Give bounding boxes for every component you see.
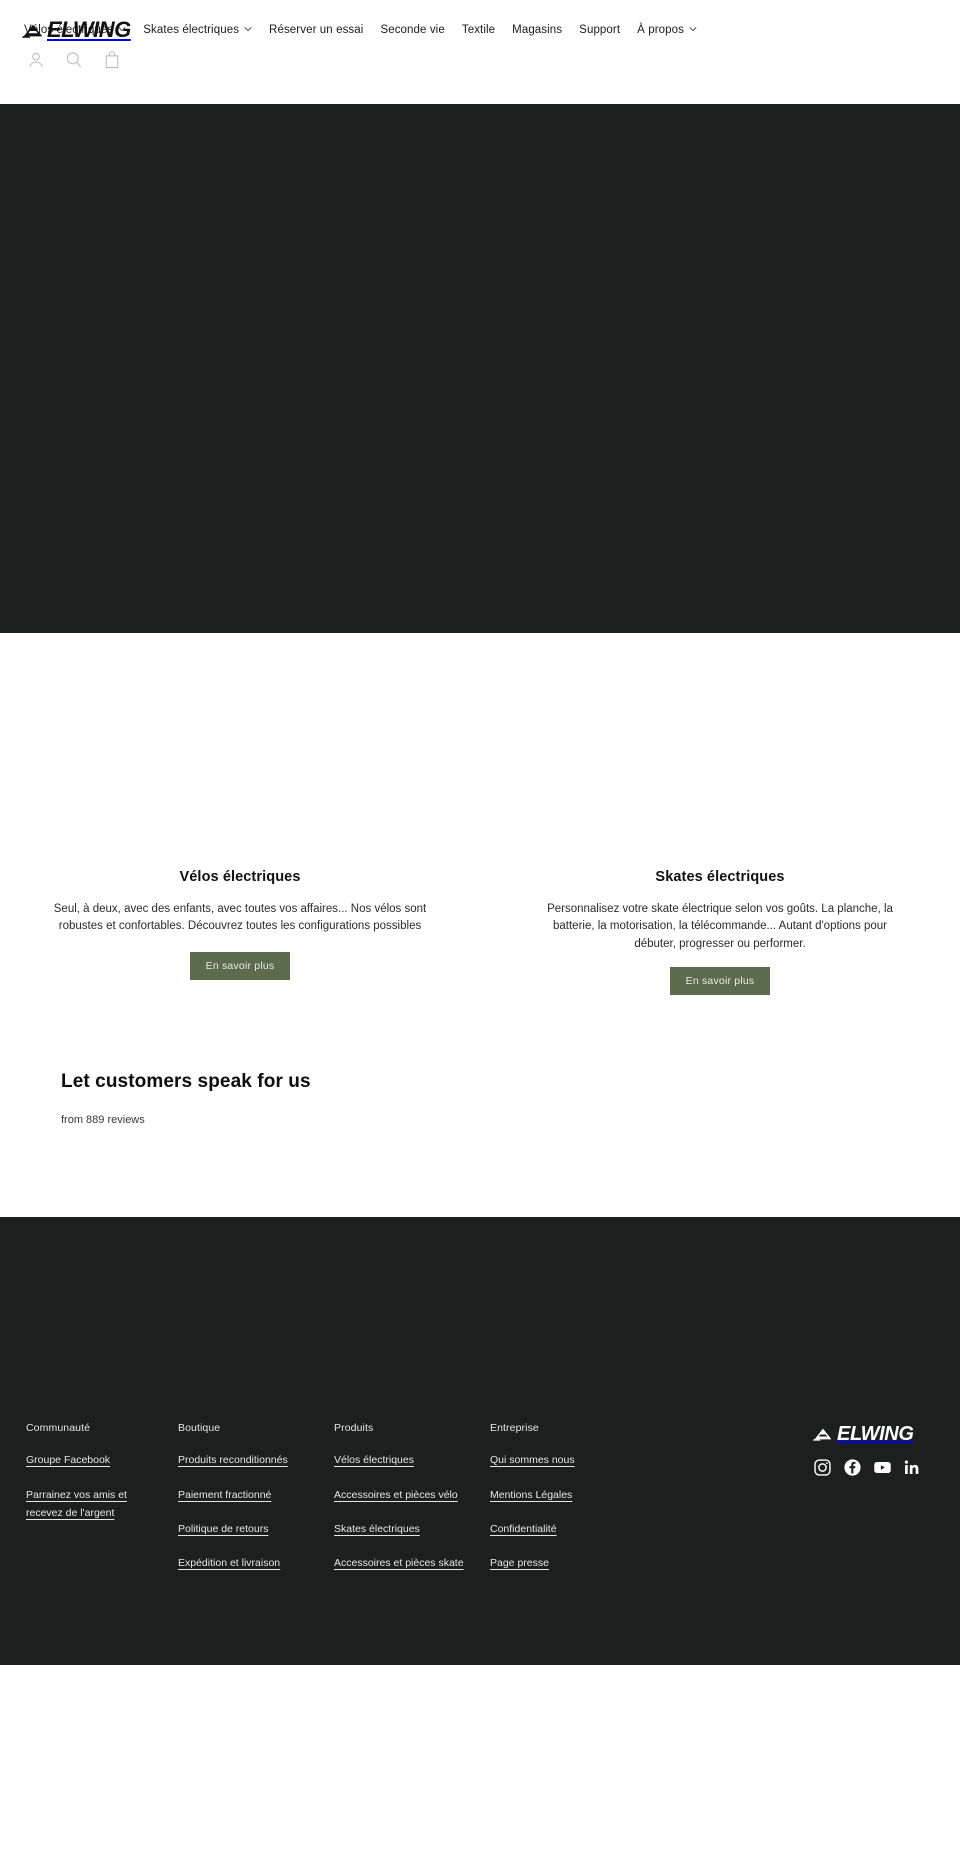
footer-link-velos-electriques[interactable]: Vélos électriques xyxy=(334,1454,414,1466)
nav-item-support[interactable]: Support xyxy=(579,24,621,37)
chevron-down-icon xyxy=(244,26,252,34)
footer-column-entreprise: Entreprise Qui sommes nous Mentions Léga… xyxy=(490,1422,640,1587)
nav-item-textile[interactable]: Textile xyxy=(461,24,496,37)
list-item: Parrainez vos amis et recevez de l'argen… xyxy=(26,1485,162,1522)
facebook-icon[interactable] xyxy=(843,1458,862,1477)
feature-card-velos: Vélos électriques Seul, à deux, avec des… xyxy=(0,633,480,995)
footer-link-expedition-et-livraison[interactable]: Expédition et livraison xyxy=(178,1557,280,1569)
nav-item-a-propos[interactable]: À propos xyxy=(637,24,697,37)
feature-cta-button-velos[interactable]: En savoir plus xyxy=(189,951,291,981)
feature-description: Seul, à deux, avec des enfants, avec tou… xyxy=(53,903,427,933)
list-item: Produits reconditionnés xyxy=(178,1450,318,1468)
site-logo-wordmark: ELWING xyxy=(47,17,131,42)
nav-item-label: Seconde vie xyxy=(380,24,445,36)
chevron-down-icon xyxy=(689,26,697,34)
footer-brand-block: ELWING xyxy=(813,1422,936,1477)
list-item: Expédition et livraison xyxy=(178,1553,318,1571)
footer-columns: Communauté Groupe Facebook Parrainez vos… xyxy=(26,1422,936,1587)
header-icon-group xyxy=(26,50,122,70)
footer-column-heading: Entreprise xyxy=(490,1422,539,1435)
list-item: Accessoires et pièces skate xyxy=(334,1553,474,1571)
footer-logo-wordmark: ELWING xyxy=(837,1423,914,1446)
nav-item-seconde-vie[interactable]: Seconde vie xyxy=(380,24,445,37)
footer-link-skates-electriques[interactable]: Skates électriques xyxy=(334,1523,420,1535)
list-item: Confidentialité xyxy=(490,1519,624,1537)
footer-column-heading: Communauté xyxy=(26,1422,91,1435)
instagram-icon[interactable] xyxy=(813,1458,832,1477)
nav-item-magasins[interactable]: Magasins xyxy=(512,24,563,37)
linkedin-icon[interactable] xyxy=(903,1458,922,1477)
youtube-icon[interactable] xyxy=(873,1458,892,1477)
nav-item-label: Réserver un essai xyxy=(269,24,364,36)
footer-logo[interactable]: ELWING xyxy=(813,1424,922,1444)
list-item: Mentions Légales xyxy=(490,1485,624,1503)
reviews-count: from 889 reviews xyxy=(61,1114,145,1127)
footer-column-heading: Boutique xyxy=(178,1422,221,1435)
elwing-triangle-icon xyxy=(22,22,44,39)
feature-image-velos xyxy=(22,633,458,869)
footer-link-list: Produits reconditionnés Paiement fractio… xyxy=(178,1450,318,1571)
reviews-heading: Let customers speak for us xyxy=(61,1071,311,1093)
nav-item-label: Skates électriques xyxy=(143,24,240,36)
feature-title: Vélos électriques xyxy=(179,869,301,885)
feature-title: Skates électriques xyxy=(655,869,785,885)
footer-column-heading: Produits xyxy=(334,1422,374,1435)
footer-link-accessoires-skate[interactable]: Accessoires et pièces skate xyxy=(334,1557,464,1569)
elwing-triangle-icon xyxy=(813,1426,833,1442)
list-item: Politique de retours xyxy=(178,1519,318,1537)
feature-card-skates: Skates électriques Personnalisez votre s… xyxy=(480,633,960,996)
feature-cta-button-skates[interactable]: En savoir plus xyxy=(669,966,771,996)
list-item: Qui sommes nous xyxy=(490,1450,624,1468)
list-item: Skates électriques xyxy=(334,1519,474,1537)
list-item: Vélos électriques xyxy=(334,1450,474,1468)
list-item: Page presse xyxy=(490,1553,624,1571)
site-logo[interactable]: ELWING xyxy=(22,19,131,41)
footer-link-politique-de-retours[interactable]: Politique de retours xyxy=(178,1523,268,1535)
hero-banner[interactable] xyxy=(0,104,960,633)
newsletter-band xyxy=(0,1217,960,1366)
site-header: Vélos électriques Skates électriques Rés… xyxy=(0,0,960,104)
account-icon[interactable] xyxy=(26,50,46,70)
nav-item-skates-electriques[interactable]: Skates électriques xyxy=(143,24,252,37)
footer-column-boutique: Boutique Produits reconditionnés Paiemen… xyxy=(178,1422,334,1587)
list-item: Paiement fractionné xyxy=(178,1485,318,1503)
footer-link-accessoires-velo[interactable]: Accessoires et pièces vélo xyxy=(334,1489,458,1501)
footer-link-list: Vélos électriques Accessoires et pièces … xyxy=(334,1450,474,1571)
nav-item-reserver-un-essai[interactable]: Réserver un essai xyxy=(269,24,364,37)
footer-link-list: Groupe Facebook Parrainez vos amis et re… xyxy=(26,1450,162,1521)
site-footer: Communauté Groupe Facebook Parrainez vos… xyxy=(0,1365,960,1666)
search-icon[interactable] xyxy=(64,50,84,70)
footer-link-groupe-facebook[interactable]: Groupe Facebook xyxy=(26,1454,110,1466)
social-links xyxy=(813,1458,922,1477)
feature-cta-wrap: En savoir plus xyxy=(22,951,458,981)
reviews-section: Let customers speak for us from 889 revi… xyxy=(0,995,960,1218)
feature-description: Personnalisez votre skate électrique sel… xyxy=(547,903,893,950)
footer-link-paiement-fractionne[interactable]: Paiement fractionné xyxy=(178,1489,271,1501)
cart-icon[interactable] xyxy=(102,50,122,70)
feature-cta-wrap: En savoir plus xyxy=(502,966,938,996)
footer-link-qui-sommes-nous[interactable]: Qui sommes nous xyxy=(490,1454,575,1466)
list-item: Accessoires et pièces vélo xyxy=(334,1485,474,1503)
footer-link-produits-reconditionnes[interactable]: Produits reconditionnés xyxy=(178,1454,288,1466)
nav-item-label: Support xyxy=(579,24,621,36)
footer-link-confidentialite[interactable]: Confidentialité xyxy=(490,1523,557,1535)
footer-column-produits: Produits Vélos électriques Accessoires e… xyxy=(334,1422,490,1587)
list-item: Groupe Facebook xyxy=(26,1450,162,1468)
footer-link-list: Qui sommes nous Mentions Légales Confide… xyxy=(490,1450,624,1571)
feature-image-skates xyxy=(502,633,938,869)
nav-item-label: À propos xyxy=(637,24,684,36)
footer-link-parrainage[interactable]: Parrainez vos amis et recevez de l'argen… xyxy=(26,1489,127,1519)
footer-link-mentions-legales[interactable]: Mentions Légales xyxy=(490,1489,572,1501)
feature-sections: Vélos électriques Seul, à deux, avec des… xyxy=(0,633,960,996)
footer-link-page-presse[interactable]: Page presse xyxy=(490,1557,549,1569)
nav-item-label: Textile xyxy=(461,24,496,36)
footer-column-communaute: Communauté Groupe Facebook Parrainez vos… xyxy=(26,1422,178,1537)
nav-item-label: Magasins xyxy=(512,24,563,36)
